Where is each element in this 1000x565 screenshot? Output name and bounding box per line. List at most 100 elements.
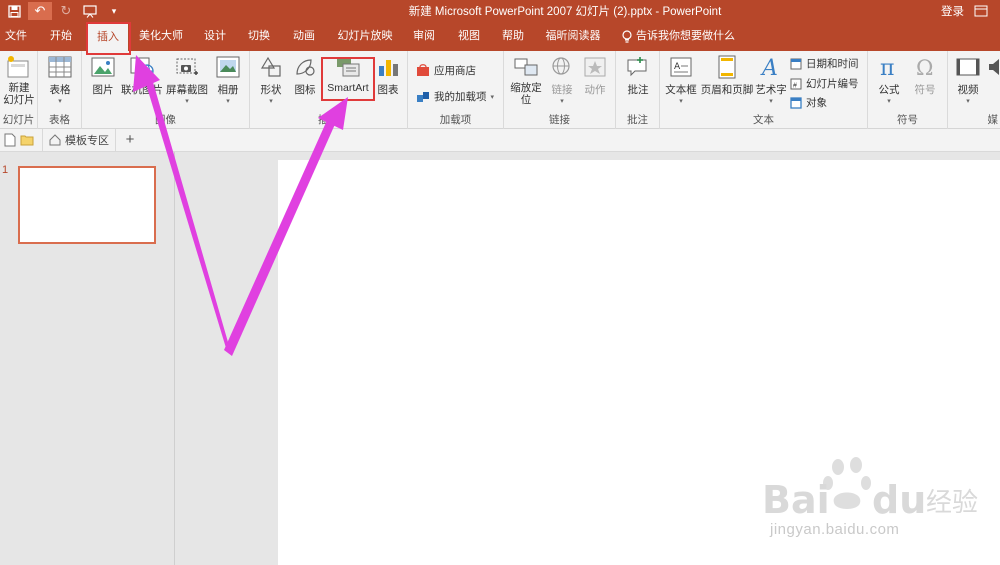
shapes-button[interactable]: 形状 ▾ [254,54,288,105]
video-button[interactable]: 视频 ▾ [952,54,984,105]
group-media: 视频 ▾ 媒 [948,51,1000,129]
group-slides: 新建 幻灯片 幻灯片 [0,51,38,129]
photo-album-button[interactable]: 相册 ▾ [210,54,246,105]
tab-design[interactable]: 设计 [196,22,234,51]
wordart-icon: A [758,54,784,80]
my-addins-label: 我的加载项 [434,91,487,103]
svg-text:经验: 经验 [926,488,978,518]
zoom-icon [513,54,539,80]
group-comments-label: 批注 [627,114,648,126]
folder-icon[interactable] [20,133,34,150]
comment-button[interactable]: 批注 [620,54,656,97]
table-button[interactable]: 表格 ▾ [42,54,78,105]
insert-tab-highlight [86,22,131,55]
my-addins-icon [417,92,429,102]
lightbulb-icon [622,30,632,43]
template-tab-bar: 模板专区 + [0,129,1000,152]
tab-help[interactable]: 帮助 [494,22,532,51]
link-button[interactable]: 链接 ▾ [546,54,578,105]
templates-tab[interactable]: 模板专区 [42,129,116,151]
zoom-button[interactable]: 缩放定 位 [506,54,546,106]
screenshot-label: 屏幕截图 [166,84,208,96]
object-label: 对象 [806,97,827,109]
tab-view[interactable]: 视图 [450,22,488,51]
chart-button[interactable]: 图表 [372,54,404,97]
tab-animations[interactable]: 动画 [285,22,323,51]
add-tab-button[interactable]: + [121,129,139,151]
svg-text:A: A [674,62,681,72]
screenshot-button[interactable]: 屏幕截图 ▾ [164,54,210,105]
wordart-button[interactable]: A 艺术字 ▾ [754,54,788,105]
screenshot-dropdown-icon: ▾ [185,98,189,105]
action-icon [582,54,608,80]
chart-icon [375,54,401,80]
slides-pane: 1 [0,152,175,565]
group-links-label: 链接 [549,114,570,126]
symbol-button[interactable]: Ω 符号 [908,54,942,97]
tab-transitions[interactable]: 切换 [240,22,278,51]
group-text: A 文本框 ▾ 页眉和页脚 A 艺术字 ▾ 日期和时间 # 幻灯片编号 对象 文… [660,51,868,129]
action-button[interactable]: 动作 [578,54,612,97]
datetime-button[interactable]: 日期和时间 [790,56,859,71]
svg-text:Bai: Bai [762,478,830,522]
ribbon-display-options-icon[interactable] [968,0,994,22]
smartart-highlight [321,57,375,101]
slide-number-button[interactable]: # 幻灯片编号 [790,76,859,91]
omega-icon: Ω [912,54,938,80]
group-slides-label: 幻灯片 [2,114,35,126]
textbox-button[interactable]: A 文本框 ▾ [662,54,700,105]
slide-number: 1 [2,164,9,176]
slide-thumbnail[interactable] [18,166,156,244]
new-slide-icon [6,54,32,80]
group-images-label: 图像 [155,114,176,126]
shapes-icon [258,54,284,80]
chart-label: 图表 [377,84,399,96]
symbol-label: 符号 [914,84,936,96]
slide-number-label: 幻灯片编号 [806,78,859,90]
equation-dropdown-icon: ▾ [887,98,891,105]
object-icon [790,96,802,109]
slide-number-icon: # [790,78,802,89]
group-links: 缩放定 位 链接 ▾ 动作 链接 [504,51,616,129]
tab-home[interactable]: 开始 [42,22,80,51]
comment-icon [625,54,651,80]
online-picture-button[interactable]: 联机图片 [120,54,164,97]
new-slide-button[interactable]: 新建 幻灯片 [0,54,38,106]
group-symbols: π 公式 ▾ Ω 符号 符号 [868,51,948,129]
video-label: 视频 [957,84,979,96]
group-tables-label: 表格 [49,114,70,126]
login-button[interactable]: 登录 [941,3,964,19]
audio-button[interactable] [986,54,1000,82]
templates-tab-label: 模板专区 [65,135,109,147]
group-media-label: 媒 [987,114,999,126]
tab-file[interactable]: 文件 [0,22,32,51]
title-bar: ↶ ↻ ▾ 新建 Microsoft PowerPoint 2007 幻灯片 (… [0,0,1000,22]
store-button[interactable]: 应用商店 [416,63,476,78]
tab-beautify-master[interactable]: 美化大师 [134,22,188,51]
photo-album-label: 相册 [217,84,239,96]
header-footer-icon [714,54,740,80]
tell-me-text: 告诉我你想要做什么 [636,30,735,42]
object-button[interactable]: 对象 [790,95,827,110]
tab-slideshow[interactable]: 幻灯片放映 [333,22,397,51]
comment-label: 批注 [627,84,649,96]
photo-album-icon [215,54,241,80]
group-illustrations-label: 插图 [318,114,339,126]
svg-text:π: π [880,56,894,79]
picture-label: 图片 [92,84,114,96]
my-addins-button[interactable]: 我的加载项 ▾ [416,89,494,104]
group-images: 图片 联机图片 屏幕截图 ▾ 相册 ▾ 图像 [82,51,250,129]
group-comments: 批注 批注 [616,51,660,129]
svg-text:#: # [793,82,797,89]
group-text-label: 文本 [753,114,774,126]
textbox-label: 文本框 [665,84,697,96]
new-document-icon[interactable] [4,133,16,150]
equation-button[interactable]: π 公式 ▾ [872,54,906,105]
icons-button[interactable]: 图标 [288,54,322,97]
tab-review[interactable]: 审阅 [405,22,443,51]
tab-foxit-reader[interactable]: 福昕阅读器 [540,22,606,51]
picture-button[interactable]: 图片 [86,54,120,97]
tell-me-search[interactable]: 告诉我你想要做什么 [622,22,735,51]
link-icon [549,54,575,80]
header-footer-button[interactable]: 页眉和页脚 [700,54,754,97]
